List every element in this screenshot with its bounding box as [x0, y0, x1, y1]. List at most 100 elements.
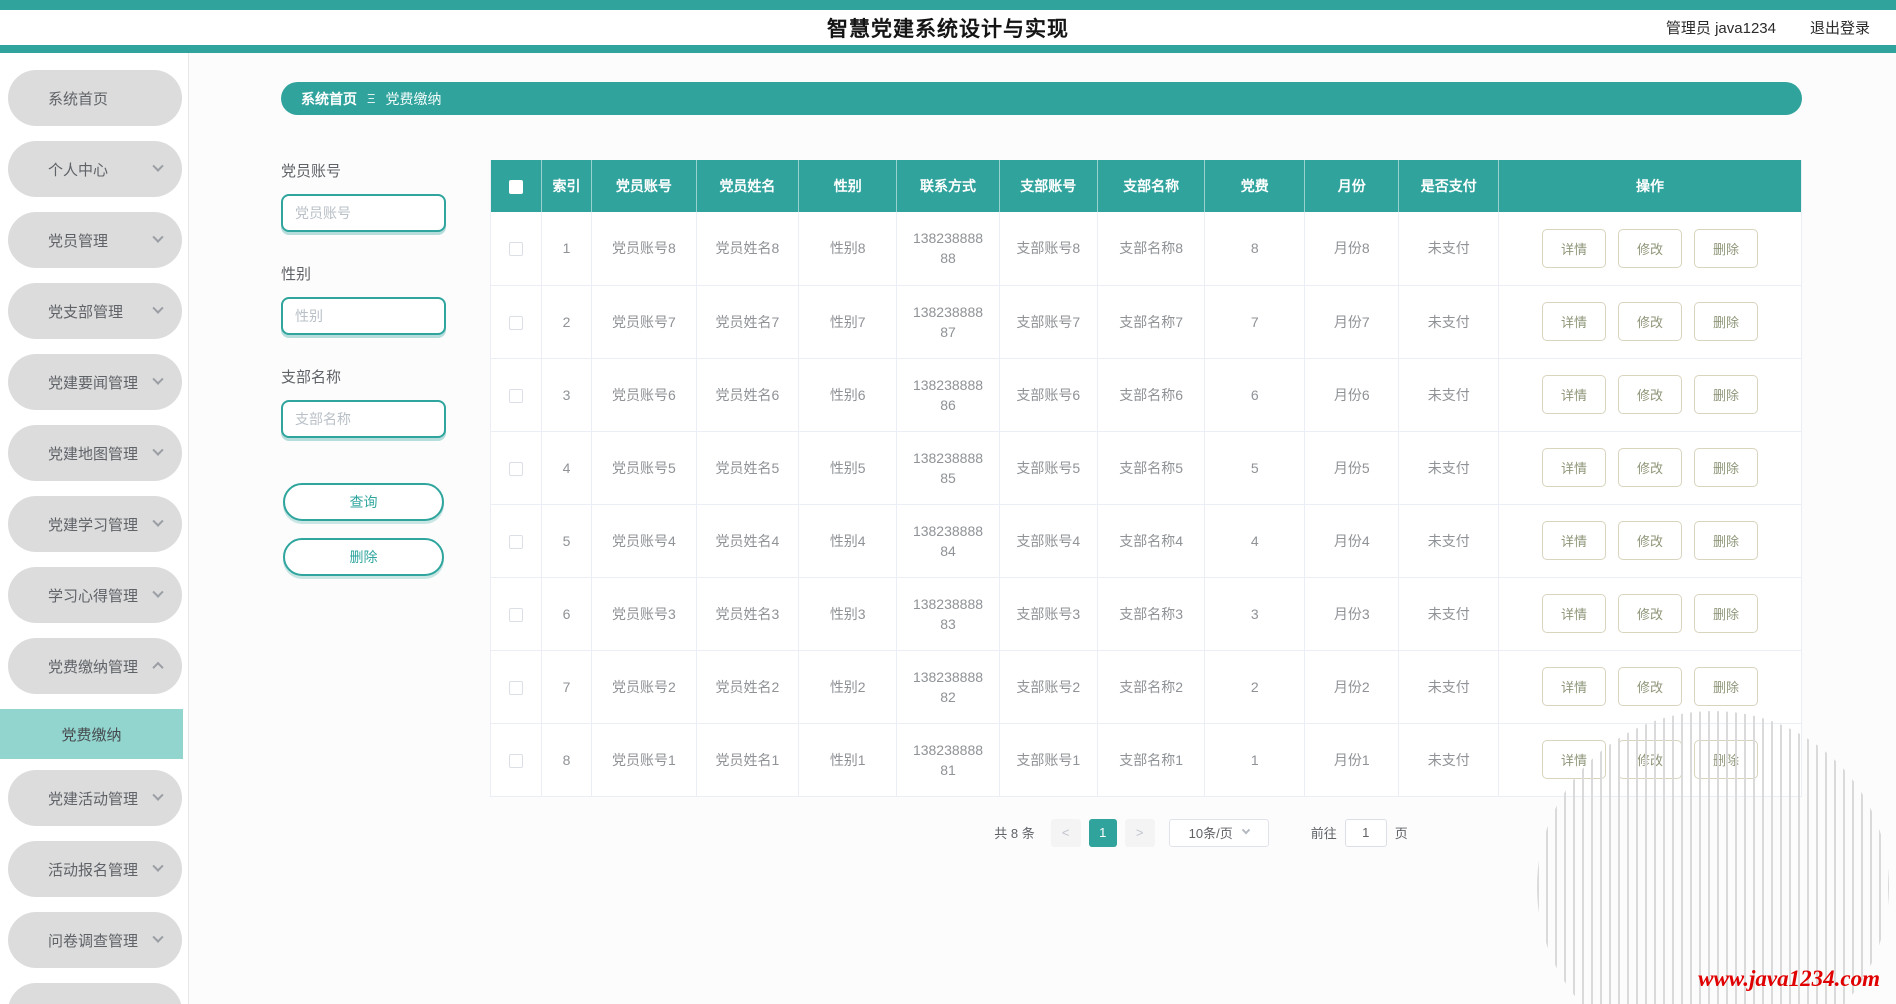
next-page-button[interactable]: >	[1124, 818, 1155, 847]
page-title: 智慧党建系统设计与实现	[827, 17, 1069, 41]
breadcrumb-home-link[interactable]: 系统首页	[301, 89, 357, 109]
sidebar-item-survey-answer-mgmt[interactable]: 问卷回答管理	[8, 983, 182, 1004]
table-row: 4 党员账号5 党员姓名5 性别5 13823888885 支部账号5 支部名称…	[490, 431, 1802, 505]
chevron-down-icon	[152, 931, 164, 943]
sidebar-item-personal-center[interactable]: 个人中心	[8, 141, 182, 197]
chevron-down-icon	[152, 515, 164, 527]
detail-button[interactable]: 详情	[1542, 375, 1607, 414]
breadcrumb-separator-icon: Ξ	[367, 91, 376, 106]
header-accent-bar	[0, 45, 1896, 53]
prev-page-button[interactable]: <	[1050, 818, 1081, 847]
edit-button[interactable]: 修改	[1618, 594, 1683, 633]
edit-button[interactable]: 修改	[1618, 448, 1683, 487]
sidebar-item-news-mgmt[interactable]: 党建要闻管理	[8, 354, 182, 410]
col-fee: 党费	[1204, 160, 1306, 212]
chevron-down-icon	[1241, 825, 1250, 834]
gender-input[interactable]	[281, 297, 446, 335]
chevron-down-icon	[152, 789, 164, 801]
goto-page-input[interactable]	[1344, 818, 1387, 847]
breadcrumb-current: 党费缴纳	[385, 90, 442, 107]
delete-button[interactable]: 删除	[1694, 521, 1759, 560]
table-body: 1 党员账号8 党员姓名8 性别8 13823888888 支部账号8 支部名称…	[490, 212, 1802, 797]
sidebar-item-fee-payment-active[interactable]: 党费缴纳	[0, 709, 183, 759]
chevron-down-icon	[152, 160, 164, 172]
delete-button[interactable]: 删除	[1694, 302, 1759, 341]
col-member-account: 党员账号	[591, 160, 697, 212]
delete-button[interactable]: 删除	[1694, 375, 1759, 414]
query-button[interactable]: 查询	[283, 483, 444, 521]
batch-delete-button[interactable]: 删除	[283, 538, 444, 576]
branch-name-input[interactable]	[281, 400, 446, 438]
breadcrumb: 系统首页 Ξ 党费缴纳	[281, 82, 1802, 115]
delete-button[interactable]: 删除	[1694, 228, 1759, 268]
delete-button[interactable]: 删除	[1694, 448, 1759, 487]
sidebar-item-member-mgmt[interactable]: 党员管理	[8, 212, 182, 268]
table-row: 1 党员账号8 党员姓名8 性别8 13823888888 支部账号8 支部名称…	[490, 212, 1802, 286]
gender-label: 性别	[281, 266, 312, 283]
row-checkbox[interactable]	[509, 753, 524, 768]
sidebar-item-activity-mgmt[interactable]: 党建活动管理	[8, 770, 182, 826]
sidebar-item-study-mgmt[interactable]: 党建学习管理	[8, 496, 182, 552]
member-account-input[interactable]	[281, 194, 446, 232]
detail-button[interactable]: 详情	[1542, 448, 1607, 487]
sidebar-item-survey-mgmt[interactable]: 问卷调查管理	[8, 912, 182, 968]
sidebar-item-map-mgmt[interactable]: 党建地图管理	[8, 425, 182, 481]
member-account-label: 党员账号	[281, 163, 342, 180]
chevron-down-icon	[152, 444, 164, 456]
edit-button[interactable]: 修改	[1618, 228, 1683, 268]
detail-button[interactable]: 详情	[1542, 521, 1607, 560]
col-actions: 操作	[1498, 160, 1802, 212]
table-row: 7 党员账号2 党员姓名2 性别2 13823888882 支部账号2 支部名称…	[490, 650, 1802, 724]
chevron-down-icon	[152, 860, 164, 872]
row-checkbox[interactable]	[509, 388, 524, 403]
page-unit-label: 页	[1394, 826, 1408, 841]
app-header: 智慧党建系统设计与实现 管理员 java1234 退出登录	[0, 10, 1896, 45]
edit-button[interactable]: 修改	[1618, 521, 1683, 560]
table-row: 3 党员账号6 党员姓名6 性别6 13823888886 支部账号6 支部名称…	[490, 358, 1802, 432]
col-paid: 是否支付	[1398, 160, 1500, 212]
filter-panel: 党员账号 性别 支部名称 查询 删除	[281, 160, 446, 847]
col-member-name: 党员姓名	[696, 160, 800, 212]
table-row: 6 党员账号3 党员姓名3 性别3 13823888883 支部账号3 支部名称…	[490, 577, 1802, 651]
table-row: 5 党员账号4 党员姓名4 性别4 13823888884 支部账号4 支部名称…	[490, 504, 1802, 578]
current-page-button[interactable]: 1	[1088, 818, 1117, 847]
edit-button[interactable]: 修改	[1618, 302, 1683, 341]
detail-button[interactable]: 详情	[1542, 667, 1607, 706]
table-row: 2 党员账号7 党员姓名7 性别7 13823888887 支部账号7 支部名称…	[490, 285, 1802, 359]
delete-button[interactable]: 删除	[1694, 594, 1759, 633]
detail-button[interactable]: 详情	[1542, 302, 1607, 341]
pagination-total: 共 8 条	[994, 826, 1035, 841]
sidebar-item-branch-mgmt[interactable]: 党支部管理	[8, 283, 182, 339]
edit-button[interactable]: 修改	[1618, 667, 1683, 706]
logout-button[interactable]: 退出登录	[1810, 17, 1870, 38]
detail-button[interactable]: 详情	[1542, 594, 1607, 633]
delete-button[interactable]: 删除	[1694, 667, 1759, 706]
table-header-row: 索引 党员账号 党员姓名 性别 联系方式 支部账号 支部名称 党费 月份 是否支…	[490, 160, 1802, 212]
fee-table: 索引 党员账号 党员姓名 性别 联系方式 支部账号 支部名称 党费 月份 是否支…	[490, 160, 1802, 797]
detail-button[interactable]: 详情	[1542, 228, 1607, 268]
branch-name-label: 支部名称	[281, 369, 342, 386]
col-gender: 性别	[798, 160, 898, 212]
edit-button[interactable]: 修改	[1618, 375, 1683, 414]
watermark-text: www.java1234.com	[1698, 966, 1880, 991]
sidebar-item-signup-mgmt[interactable]: 活动报名管理	[8, 841, 182, 897]
row-checkbox[interactable]	[509, 680, 524, 695]
col-branch-name: 支部名称	[1097, 160, 1206, 212]
row-checkbox[interactable]	[509, 315, 524, 330]
col-month: 月份	[1304, 160, 1400, 212]
page-size-select[interactable]: 10条/页	[1168, 818, 1269, 847]
col-branch-account: 支部账号	[999, 160, 1098, 212]
sidebar-item-experience-mgmt[interactable]: 学习心得管理	[8, 567, 182, 623]
chevron-down-icon	[152, 373, 164, 385]
row-checkbox[interactable]	[509, 242, 524, 257]
row-checkbox[interactable]	[509, 461, 524, 476]
select-all-checkbox[interactable]	[509, 180, 524, 195]
sidebar-item-home[interactable]: 系统首页	[8, 70, 182, 126]
col-index: 索引	[541, 160, 592, 212]
chevron-down-icon	[152, 302, 164, 314]
row-checkbox[interactable]	[509, 534, 524, 549]
sidebar-item-fee-mgmt[interactable]: 党费缴纳管理	[8, 638, 182, 694]
col-phone: 联系方式	[896, 160, 1000, 212]
row-checkbox[interactable]	[509, 607, 524, 622]
chevron-down-icon	[152, 586, 164, 598]
